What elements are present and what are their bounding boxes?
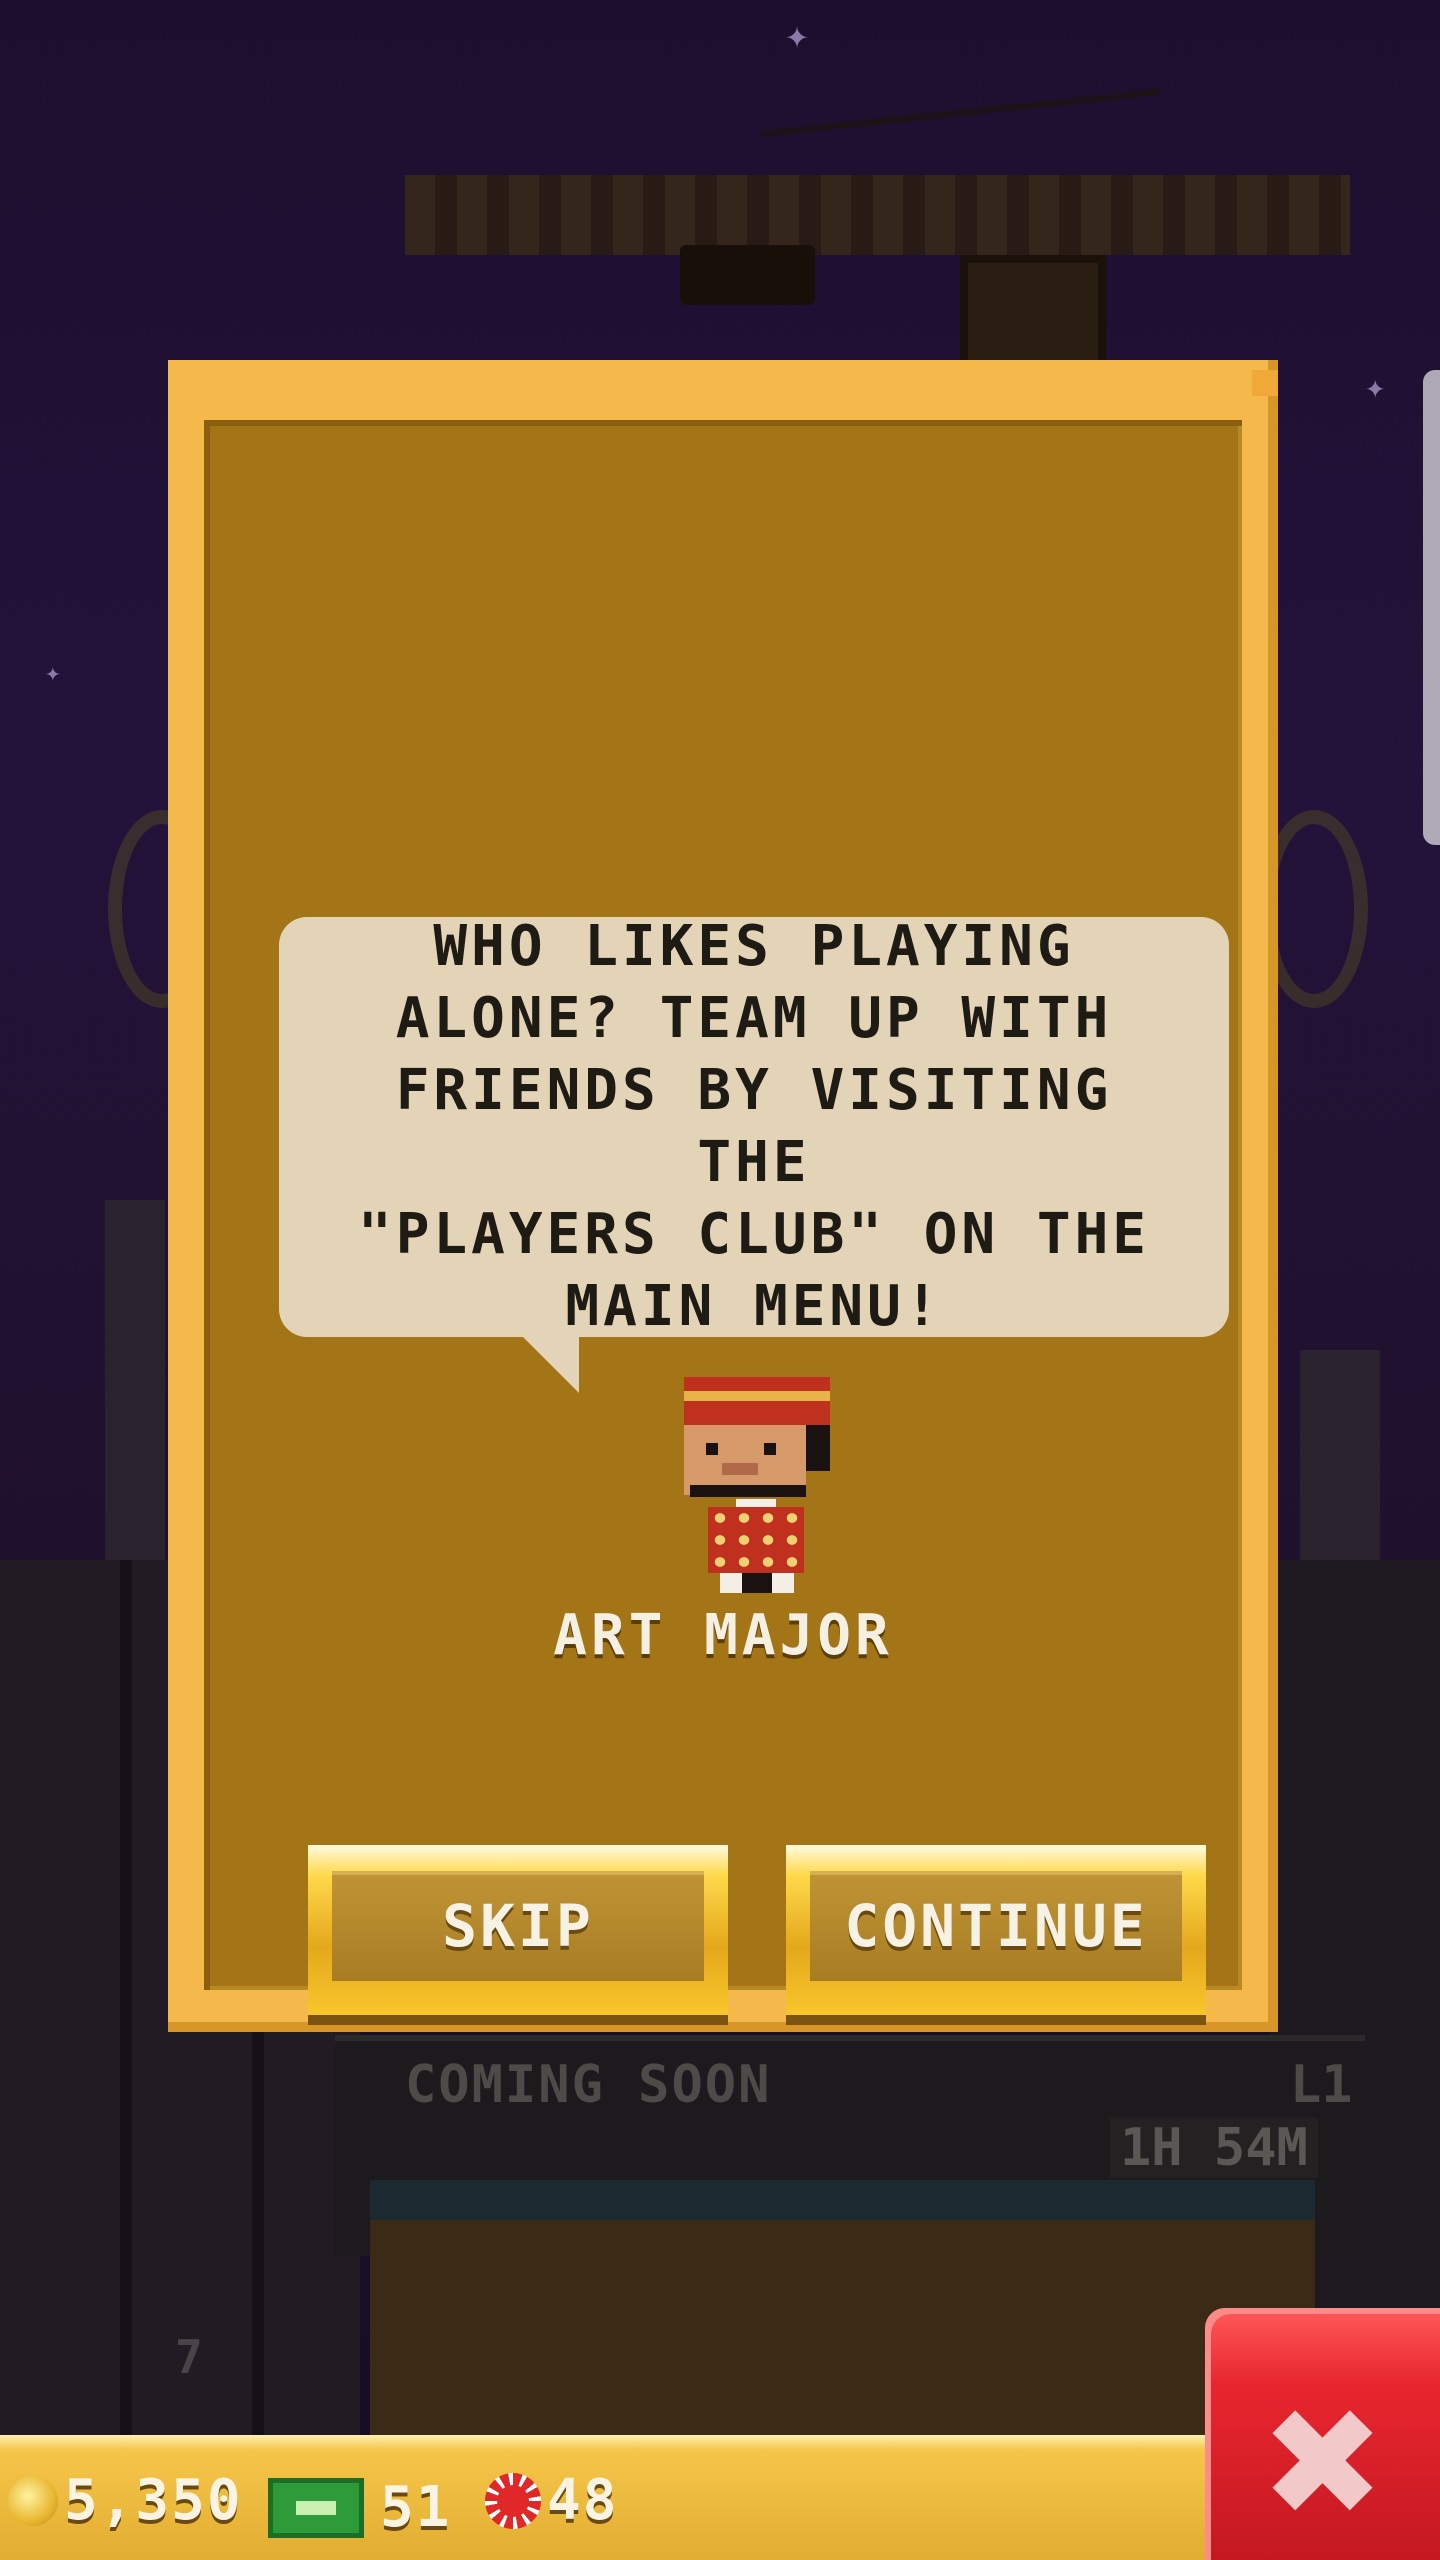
star-decoration: ✦ (1365, 367, 1386, 407)
dialog-panel: WHO LIKES PLAYING ALONE? TEAM UP WITH FR… (204, 420, 1242, 2015)
speech-bubble: WHO LIKES PLAYING ALONE? TEAM UP WITH FR… (279, 914, 1229, 1339)
continue-button-label: CONTINUE (844, 1892, 1148, 1960)
close-button[interactable]: ✖ (1205, 2308, 1440, 2560)
coins-value: 5,350 (64, 2468, 243, 2533)
floor-title: COMING SOON (405, 2055, 772, 2115)
coin-icon (8, 2475, 58, 2526)
crane-arm (405, 175, 1350, 255)
continue-button-face: CONTINUE (810, 1871, 1182, 1981)
chip-icon (485, 2472, 541, 2529)
tip-message: WHO LIKES PLAYING ALONE? TEAM UP WITH FR… (357, 914, 1150, 1339)
floor-level: L1 (1290, 2055, 1353, 2115)
skip-button[interactable]: SKIP (308, 1845, 728, 2015)
building-column (105, 1200, 165, 1600)
chips-stat[interactable]: 48 (485, 2468, 618, 2533)
star-decoration: ✦ (45, 658, 61, 688)
skip-button-face: SKIP (332, 1871, 704, 1981)
star-decoration: ✦ (785, 12, 810, 58)
character-name: ART MAJOR (553, 1603, 893, 1668)
bux-value: 51 (380, 2475, 452, 2540)
continue-button[interactable]: CONTINUE (786, 1845, 1206, 2015)
dialog-corner (1252, 370, 1278, 396)
floor-number: 7 (175, 2330, 203, 2384)
tip-dialog: WHO LIKES PLAYING ALONE? TEAM UP WITH FR… (168, 360, 1278, 2032)
close-icon: ✖ (1259, 2377, 1386, 2551)
bux-icon (268, 2477, 364, 2538)
chips-value: 48 (547, 2468, 619, 2533)
skip-button-label: SKIP (442, 1892, 594, 1960)
crane-hook (680, 245, 815, 305)
speech-bubble-tail (519, 1333, 579, 1393)
bux-stat[interactable]: 51 (268, 2475, 451, 2540)
side-scroll-tab[interactable] (1423, 370, 1440, 845)
floor-timer: 1H 54M (1110, 2118, 1318, 2178)
character-avatar (684, 1377, 830, 1593)
coins-stat[interactable]: 5,350 (8, 2468, 243, 2533)
